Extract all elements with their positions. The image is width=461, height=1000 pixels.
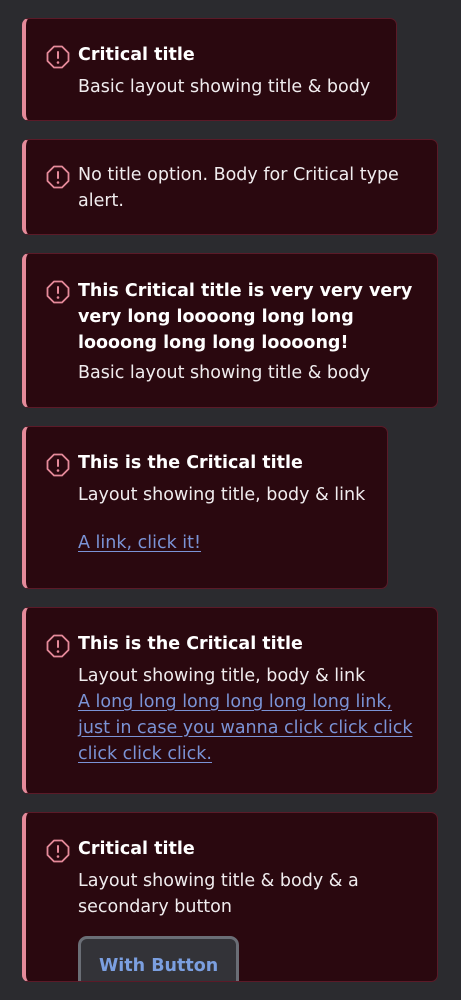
alert-title: Critical title — [78, 45, 195, 65]
critical-alert: This is the Critical title Layout showin… — [22, 607, 438, 794]
critical-alert: No title option. Body for Critical type … — [22, 139, 438, 235]
critical-alert: This Critical title is very very very ve… — [22, 253, 438, 408]
alert-title: Critical title — [78, 839, 195, 859]
critical-alert-icon — [46, 839, 70, 863]
alert-body: Basic layout showing title & body — [78, 363, 371, 383]
alert-link[interactable]: A link, click it! — [78, 530, 373, 556]
alert-body: Layout showing title, body & link — [78, 666, 366, 686]
alert-body: Layout showing title, body & link — [78, 485, 366, 505]
alert-body: No title option. Body for Critical type … — [78, 165, 399, 211]
critical-alert: Critical title Layout showing title & bo… — [22, 812, 438, 982]
critical-alert-icon — [46, 45, 70, 69]
critical-alert: This is the Critical title Layout showin… — [22, 426, 388, 589]
alert-link[interactable]: A long long long long long long link, ju… — [78, 689, 423, 767]
critical-alert-icon — [46, 165, 70, 189]
critical-alert: Critical title Basic layout showing titl… — [22, 18, 397, 121]
critical-alert-icon — [46, 634, 70, 658]
alert-title: This Critical title is very very very ve… — [78, 281, 413, 353]
critical-alert-icon — [46, 453, 70, 477]
alert-title: This is the Critical title — [78, 453, 303, 473]
alert-title: This is the Critical title — [78, 634, 303, 654]
alert-body: Layout showing title & body & a secondar… — [78, 871, 359, 917]
critical-alert-icon — [46, 280, 70, 304]
with-button[interactable]: With Button — [78, 936, 240, 981]
alert-body: Basic layout showing title & body — [78, 77, 371, 97]
